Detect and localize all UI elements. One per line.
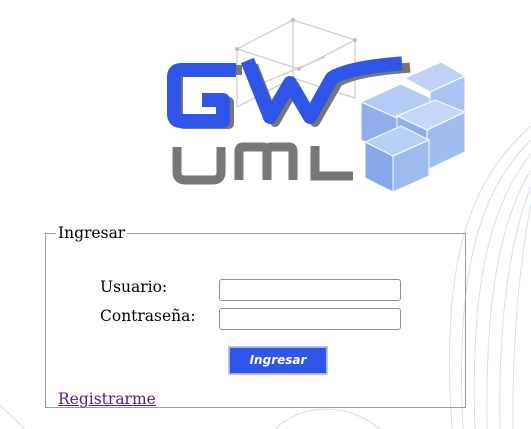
password-input[interactable] — [219, 308, 401, 330]
password-label: Contraseña: — [100, 307, 196, 325]
gwt-uml-logo — [167, 18, 467, 193]
username-label: Usuario: — [100, 278, 168, 296]
login-legend: Ingresar — [58, 224, 126, 242]
username-input[interactable] — [219, 279, 401, 301]
ingresar-button[interactable]: Ingresar — [228, 346, 328, 375]
register-link[interactable]: Registrarme — [58, 390, 156, 408]
login-fieldset: Ingresar Usuario: Contraseña: Ingresar R… — [45, 224, 466, 408]
